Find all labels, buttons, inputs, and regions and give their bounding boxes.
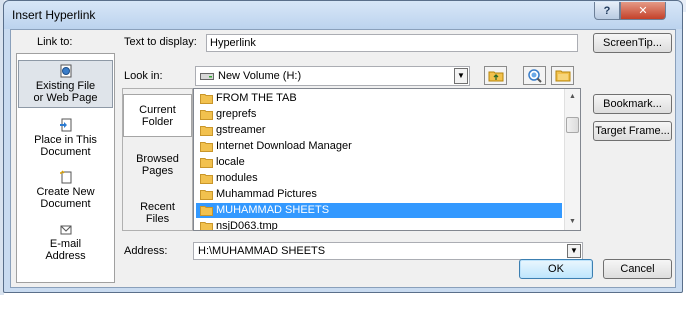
globe-file-icon [60,64,71,78]
folder-icon [200,158,213,168]
file-name: Muhammad Pictures [216,188,317,200]
screentip-button[interactable]: ScreenTip... [593,33,672,53]
link-to-pane: Existing File or Web Page Place in This … [16,53,115,283]
link-to-email-address[interactable]: E-mail Address [18,222,113,266]
bookmark-button[interactable]: Bookmark... [593,94,672,114]
file-name: gstreamer [216,124,266,136]
close-button[interactable]: ✕ [620,2,666,20]
file-row[interactable]: Internet Download Manager [196,139,562,154]
link-to-existing-file-label-1: Existing File [35,80,96,92]
link-to-place-in-document[interactable]: Place in This Document [18,118,113,162]
close-icon: ✕ [638,5,648,17]
link-to-label: Link to: [37,36,73,48]
up-folder-icon [488,71,503,82]
link-to-create-label-1: Create New [36,186,95,198]
look-in-dropdown-arrow[interactable]: ▼ [454,68,468,84]
address-label: Address: [124,245,168,257]
link-to-email-label-2: Address [45,250,86,262]
look-in-value: New Volume (H:) [218,70,302,82]
nav-recent-label-2: Files [145,213,170,225]
ok-button[interactable]: OK [519,259,593,279]
nav-browsed-pages[interactable]: Browsed Pages [123,153,192,177]
folder-icon [200,126,213,136]
file-name: Internet Download Manager [216,140,352,152]
browse-file-button[interactable] [551,66,574,85]
title-bar[interactable]: Insert Hyperlink ? ✕ [4,1,682,29]
new-document-icon [59,170,71,184]
nav-current-folder-label-2: Folder [141,116,174,128]
nav-browsed-label-1: Browsed [136,153,179,165]
folder-icon [200,174,213,184]
link-to-existing-file-label-2: or Web Page [33,92,98,104]
file-list[interactable]: FROM THE TAB greprefs gstreamer Internet… [193,88,581,231]
cancel-button[interactable]: Cancel [603,259,672,279]
file-row[interactable]: gstreamer [196,123,562,138]
file-name: FROM THE TAB [216,92,297,104]
folder-icon [200,94,213,104]
help-button[interactable]: ? [594,2,620,20]
scroll-down-icon[interactable]: ▼ [565,214,580,230]
file-name: MUHAMMAD SHEETS [216,204,330,216]
browse-web-icon [527,68,542,83]
target-frame-button[interactable]: Target Frame... [593,121,672,141]
file-name: modules [216,172,258,184]
browse-file-icon [555,70,570,82]
text-to-display-label: Text to display: [124,36,197,48]
address-dropdown[interactable]: H:\MUHAMMAD SHEETS ▼ [193,242,583,260]
link-to-create-new-document[interactable]: Create New Document [18,170,113,214]
dialog-title: Insert Hyperlink [12,8,96,22]
insert-hyperlink-dialog: Insert Hyperlink ? ✕ Link to: Existing F… [3,0,683,293]
document-place-icon [59,118,71,132]
chevron-down-icon: ▼ [457,71,465,80]
file-row[interactable]: nsjD063.tmp [196,219,562,231]
email-icon [60,225,71,235]
address-value: H:\MUHAMMAD SHEETS [198,245,326,257]
link-to-place-label-2: Document [40,146,91,158]
up-one-folder-button[interactable] [484,66,507,85]
background-document-area [0,295,686,316]
file-name: locale [216,156,245,168]
chevron-down-icon: ▼ [570,246,578,255]
nav-recent-label-1: Recent [140,201,175,213]
look-in-dropdown[interactable]: New Volume (H:) ▼ [195,66,470,86]
file-name: nsjD063.tmp [216,220,278,231]
folder-icon [200,142,213,152]
link-to-existing-file[interactable]: Existing File or Web Page [18,60,113,108]
file-list-scrollbar[interactable]: ▲ ▼ [564,89,580,230]
folder-icon [200,190,213,200]
look-in-nav-pane: Current Folder Browsed Pages Recent File… [122,88,193,231]
nav-browsed-label-2: Pages [141,165,174,177]
look-in-label: Look in: [124,70,163,82]
address-dropdown-arrow[interactable]: ▼ [567,244,581,258]
drive-icon [200,73,214,81]
file-row[interactable]: Muhammad Pictures [196,187,562,202]
dialog-client-area: Link to: Existing File or Web Page Place… [10,29,676,288]
file-icon [200,222,213,230]
nav-current-folder-label-1: Current [139,104,176,116]
nav-current-folder[interactable]: Current Folder [123,94,192,137]
nav-recent-files[interactable]: Recent Files [123,201,192,225]
file-row[interactable]: FROM THE TAB [196,91,562,106]
text-to-display-input[interactable]: Hyperlink [206,34,578,52]
file-row[interactable]: greprefs [196,107,562,122]
scroll-up-icon[interactable]: ▲ [565,89,580,105]
file-name: greprefs [216,108,257,120]
browse-web-button[interactable] [523,66,546,85]
file-row[interactable]: modules [196,171,562,186]
file-row-selected[interactable]: MUHAMMAD SHEETS [196,203,562,218]
help-icon: ? [603,4,611,17]
folder-icon [200,206,213,216]
link-to-create-label-2: Document [40,198,91,210]
scrollbar-thumb[interactable] [566,117,579,133]
file-row[interactable]: locale [196,155,562,170]
folder-icon [200,110,213,120]
link-to-place-label-1: Place in This [34,134,97,146]
link-to-email-label-1: E-mail [49,238,82,250]
